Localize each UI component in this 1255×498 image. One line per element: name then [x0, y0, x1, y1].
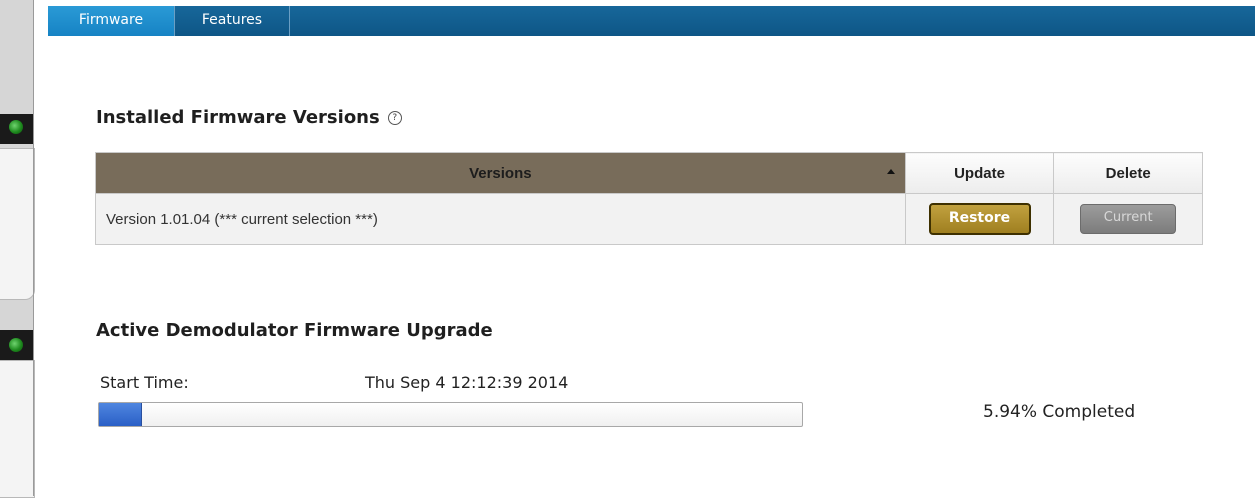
current-button[interactable]: Current: [1080, 204, 1177, 234]
table-header-row: Versions Update Delete: [95, 152, 1203, 194]
progress-fill: [99, 403, 142, 426]
start-time-value: Thu Sep 4 12:12:39 2014: [365, 373, 569, 392]
help-circle-icon[interactable]: ?: [387, 111, 402, 125]
start-time-label: Start Time:: [100, 373, 189, 392]
versions-column-header[interactable]: Versions: [95, 152, 906, 194]
left-gutter: [0, 0, 48, 498]
gutter-panel: [0, 360, 35, 498]
sort-ascending-icon[interactable]: [886, 169, 895, 174]
status-led-icon: [9, 338, 23, 352]
table-row: Version 1.01.04 (*** current selection *…: [95, 193, 1203, 245]
tab-bar: Firmware Features: [48, 6, 1255, 36]
firmware-versions-table: Versions Update Delete Version 1.01.04 (…: [95, 152, 1203, 245]
gutter-divider: [33, 0, 34, 496]
status-led-icon: [9, 120, 23, 134]
gutter-panel: [0, 148, 35, 300]
update-column-header: Update: [904, 152, 1055, 194]
version-cell: Version 1.01.04 (*** current selection *…: [95, 193, 906, 245]
tab-firmware[interactable]: Firmware: [48, 6, 175, 36]
versions-header-label: Versions: [469, 164, 532, 182]
firmware-upgrade-title: Active Demodulator Firmware Upgrade: [96, 320, 493, 341]
restore-button[interactable]: Restore: [928, 203, 1031, 235]
progress-completed-text: 5.94% Completed: [983, 402, 1136, 422]
installed-firmware-heading: Installed Firmware Versions?: [96, 107, 402, 128]
delete-cell: Current: [1053, 193, 1203, 245]
tab-features[interactable]: Features: [175, 6, 290, 36]
update-cell: Restore: [904, 193, 1055, 245]
installed-firmware-title: Installed Firmware Versions: [96, 107, 380, 128]
delete-column-header: Delete: [1053, 152, 1203, 194]
upgrade-progress-bar: [98, 402, 803, 427]
